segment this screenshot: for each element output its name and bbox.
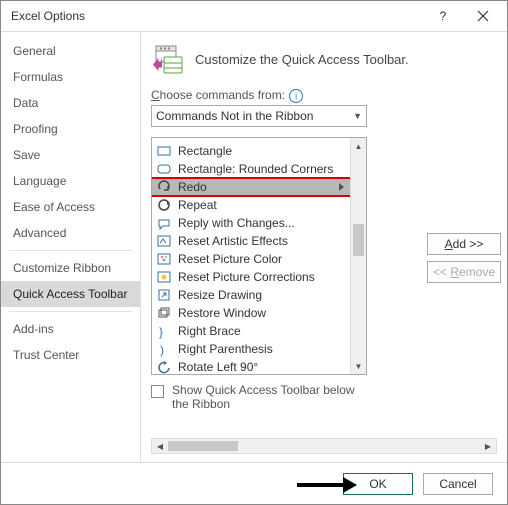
command-icon bbox=[156, 197, 172, 213]
commands-listbox[interactable]: Rectangle Rectangle: Rounded Corners Redo R… bbox=[151, 137, 367, 375]
window-title: Excel Options bbox=[11, 9, 423, 23]
scroll-down-icon[interactable]: ▼ bbox=[351, 358, 366, 374]
command-label: Reset Picture Corrections bbox=[178, 270, 315, 284]
list-item[interactable]: Redo bbox=[152, 178, 350, 196]
scroll-right-icon[interactable]: ▶ bbox=[480, 439, 496, 453]
content-area: GeneralFormulasDataProofingSaveLanguageE… bbox=[1, 31, 507, 462]
list-item[interactable]: Reset Picture Color bbox=[152, 250, 350, 268]
command-icon bbox=[156, 215, 172, 231]
command-icon bbox=[156, 287, 172, 303]
dropdown-value: Commands Not in the Ribbon bbox=[156, 109, 313, 123]
sidebar-item-trust-center[interactable]: Trust Center bbox=[1, 342, 140, 368]
qat-icon bbox=[151, 42, 185, 76]
list-item[interactable]: Reset Artistic Effects bbox=[152, 232, 350, 250]
close-icon bbox=[477, 10, 489, 22]
excel-options-dialog: Excel Options ? GeneralFormulasDataProof… bbox=[0, 0, 508, 505]
listbox-scrollbar[interactable]: ▲ ▼ bbox=[350, 138, 366, 374]
close-button[interactable] bbox=[463, 2, 503, 30]
list-item[interactable]: Rectangle: Rounded Corners bbox=[152, 160, 350, 178]
command-label: Reset Picture Color bbox=[178, 252, 282, 266]
command-label: Resize Drawing bbox=[178, 288, 262, 302]
submenu-arrow-icon bbox=[339, 183, 344, 191]
command-icon bbox=[156, 305, 172, 321]
arrow-annotation bbox=[297, 477, 357, 493]
help-button[interactable]: ? bbox=[423, 2, 463, 30]
cancel-button[interactable]: Cancel bbox=[423, 473, 493, 495]
command-icon bbox=[156, 269, 172, 285]
list-item[interactable]: Rotate Left 90° bbox=[152, 358, 350, 375]
scroll-thumb[interactable] bbox=[353, 224, 364, 256]
panel-header: Customize the Quick Access Toolbar. bbox=[151, 42, 501, 76]
hscroll-thumb[interactable] bbox=[168, 441, 238, 451]
panel-title: Customize the Quick Access Toolbar. bbox=[195, 52, 409, 67]
list-item[interactable]: ) Right Parenthesis bbox=[152, 340, 350, 358]
command-label: Right Parenthesis bbox=[178, 342, 273, 356]
command-icon: ) bbox=[156, 341, 172, 357]
command-label: Rectangle: Rounded Corners bbox=[178, 162, 333, 176]
sidebar-item-general[interactable]: General bbox=[1, 38, 140, 64]
show-below-ribbon-label: Show Quick Access Toolbar below the Ribb… bbox=[172, 383, 371, 411]
command-icon bbox=[156, 161, 172, 177]
sidebar: GeneralFormulasDataProofingSaveLanguageE… bbox=[1, 32, 141, 462]
sidebar-item-quick-access-toolbar[interactable]: Quick Access Toolbar bbox=[1, 281, 140, 307]
svg-text:): ) bbox=[160, 343, 164, 357]
command-label: Reset Artistic Effects bbox=[178, 234, 288, 248]
main-panel: Customize the Quick Access Toolbar. Choo… bbox=[141, 32, 507, 462]
sidebar-item-data[interactable]: Data bbox=[1, 90, 140, 116]
command-label: Repeat bbox=[178, 198, 217, 212]
command-icon bbox=[156, 359, 172, 375]
list-item[interactable]: } Right Brace bbox=[152, 322, 350, 340]
remove-button: << Remove bbox=[427, 261, 501, 283]
command-icon bbox=[156, 251, 172, 267]
command-icon bbox=[156, 179, 172, 195]
list-item[interactable]: Restore Window bbox=[152, 304, 350, 322]
sidebar-item-ease-of-access[interactable]: Ease of Access bbox=[1, 194, 140, 220]
command-icon bbox=[156, 233, 172, 249]
scroll-up-icon[interactable]: ▲ bbox=[351, 138, 366, 154]
list-item[interactable]: Repeat bbox=[152, 196, 350, 214]
sidebar-item-proofing[interactable]: Proofing bbox=[1, 116, 140, 142]
command-icon: } bbox=[156, 323, 172, 339]
command-label: Restore Window bbox=[178, 306, 266, 320]
scroll-left-icon[interactable]: ◀ bbox=[152, 439, 168, 453]
sidebar-item-customize-ribbon[interactable]: Customize Ribbon bbox=[1, 255, 140, 281]
command-label: Reply with Changes... bbox=[178, 216, 295, 230]
list-item[interactable]: Reset Picture Corrections bbox=[152, 268, 350, 286]
list-item[interactable]: Reply with Changes... bbox=[152, 214, 350, 232]
show-below-ribbon-row: Show Quick Access Toolbar below the Ribb… bbox=[151, 383, 371, 411]
sidebar-item-add-ins[interactable]: Add-ins bbox=[1, 316, 140, 342]
command-label: Rectangle bbox=[178, 144, 232, 158]
horizontal-scrollbar[interactable]: ◀ ▶ bbox=[151, 438, 497, 454]
info-icon[interactable]: i bbox=[289, 89, 303, 103]
command-label: Rotate Left 90° bbox=[178, 360, 258, 374]
show-below-ribbon-checkbox[interactable] bbox=[151, 385, 164, 398]
chevron-down-icon: ▼ bbox=[353, 111, 362, 121]
command-label: Redo bbox=[178, 180, 207, 194]
sidebar-item-language[interactable]: Language bbox=[1, 168, 140, 194]
svg-text:}: } bbox=[159, 325, 163, 339]
sidebar-item-save[interactable]: Save bbox=[1, 142, 140, 168]
sidebar-item-formulas[interactable]: Formulas bbox=[1, 64, 140, 90]
add-button[interactable]: Add >> bbox=[427, 233, 501, 255]
commands-from-dropdown[interactable]: Commands Not in the Ribbon ▼ bbox=[151, 105, 367, 127]
list-item[interactable]: Resize Drawing bbox=[152, 286, 350, 304]
command-icon bbox=[156, 143, 172, 159]
list-item[interactable]: Rectangle bbox=[152, 142, 350, 160]
sidebar-item-advanced[interactable]: Advanced bbox=[1, 220, 140, 246]
choose-commands-label: Choose commands from:i bbox=[151, 88, 501, 103]
titlebar: Excel Options ? bbox=[1, 1, 507, 31]
command-label: Right Brace bbox=[178, 324, 241, 338]
dialog-footer: OK Cancel bbox=[1, 462, 507, 504]
